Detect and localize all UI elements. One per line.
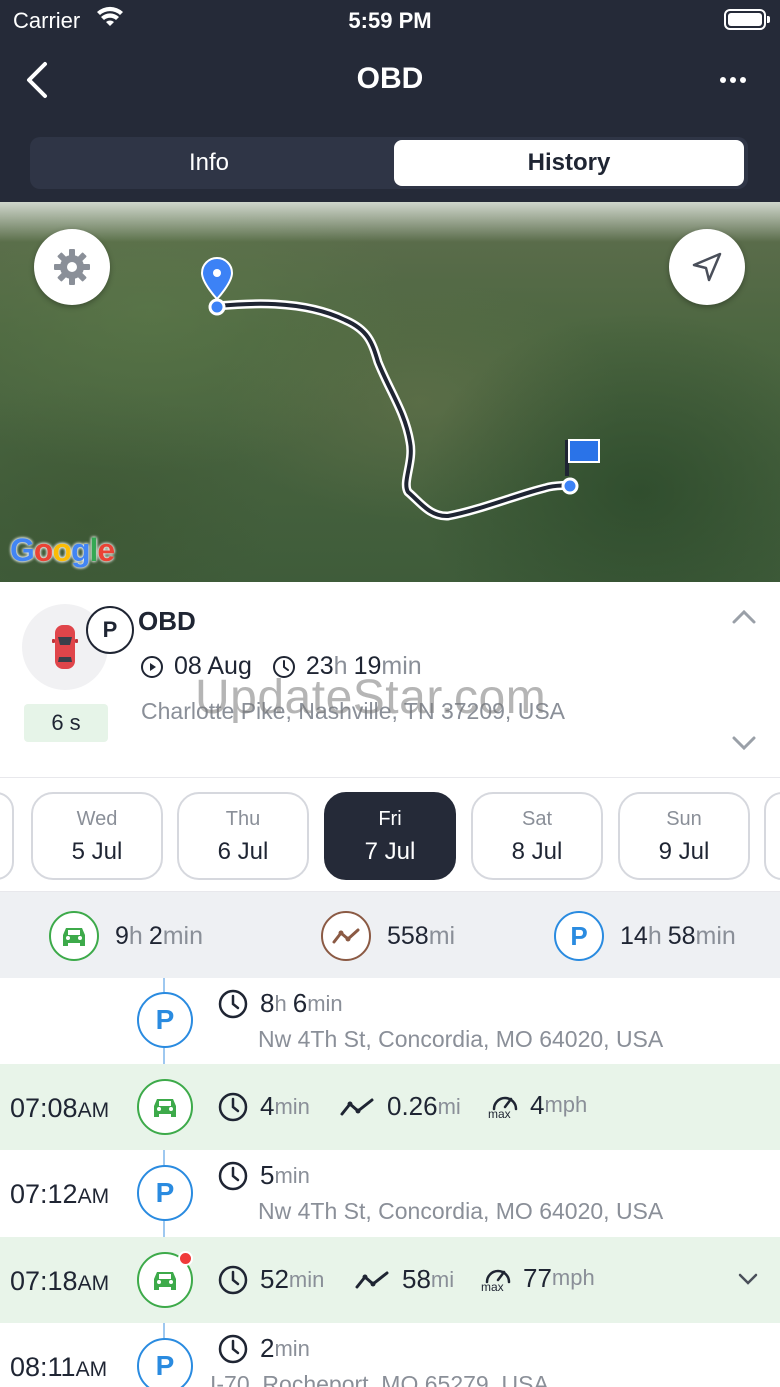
event-time: 07:18AM [10, 1266, 110, 1296]
chevron-down-icon [738, 1273, 758, 1285]
update-timer-badge: 6 s [24, 704, 108, 742]
list-item[interactable]: 08:11AM P 2 min I-70, Rocheport, MO 65279… [0, 1323, 780, 1387]
day-date: 5 Jul [71, 838, 123, 865]
tab-history[interactable]: History [394, 140, 744, 186]
route-icon [354, 1269, 390, 1291]
car-icon [49, 911, 99, 961]
status-bar: Carrier 5:59 PM [0, 0, 780, 42]
day-chip[interactable]: Sun 9 Jul [618, 792, 750, 880]
day-of-week: Sun [666, 808, 702, 830]
parking-icon: P [554, 911, 604, 961]
day-of-week: Sat [521, 808, 553, 830]
navigation-arrow-icon [692, 252, 722, 282]
event-time: 07:08AM [10, 1093, 110, 1123]
day-of-week: Thu [225, 808, 261, 830]
finish-flag-icon [561, 439, 600, 495]
day-date: 7 Jul [364, 838, 416, 865]
tab-info[interactable]: Info [34, 140, 384, 186]
clock-icon [218, 1265, 248, 1295]
app-header: Carrier 5:59 PM OBD Info History [0, 0, 780, 202]
history-timeline: P 8h 6 min Nw 4Th St, Concordia, MO 64020… [0, 978, 780, 1387]
clock-icon [218, 989, 248, 1019]
clock-icon [218, 1092, 248, 1122]
day-chip-previous[interactable] [0, 792, 14, 880]
chevron-up-icon [732, 609, 756, 624]
car-icon [137, 1079, 193, 1135]
summary-distance: 558 mi [321, 911, 455, 961]
park-address: I-70, Rocheport, MO 65279, USA [210, 1371, 549, 1387]
chevron-down-icon [732, 736, 756, 751]
vehicle-name: OBD [138, 606, 196, 636]
speedometer-icon: max [488, 1089, 520, 1121]
day-chip[interactable]: Thu 6 Jul [177, 792, 309, 880]
map-settings-button[interactable] [34, 229, 110, 305]
summary-park-time: P 14 h 58 min [554, 911, 736, 961]
status-time: 5:59 PM [348, 8, 432, 33]
day-chip-next[interactable] [764, 792, 780, 880]
car-icon [52, 625, 78, 669]
list-item[interactable]: 07:08AM 4 min 0.26 mi max 4 mph [0, 1064, 780, 1150]
day-date: 8 Jul [511, 838, 563, 865]
alert-dot [178, 1251, 193, 1266]
status-badge: P [86, 606, 134, 654]
day-of-week: Wed [76, 808, 118, 830]
car-icon [137, 1251, 193, 1308]
route-icon [339, 1096, 375, 1118]
route-map[interactable]: Google [0, 202, 780, 582]
google-logo: Google [10, 532, 115, 568]
parking-icon: P [137, 1165, 193, 1221]
gear-icon [54, 249, 90, 285]
event-time: 07:12AM [10, 1179, 110, 1209]
day-date: 6 Jul [217, 838, 269, 865]
expand-row-button[interactable] [736, 1271, 760, 1292]
battery-icon [724, 9, 770, 30]
list-item[interactable]: P 8h 6 min Nw 4Th St, Concordia, MO 64020… [0, 978, 780, 1064]
more-options-button[interactable] [708, 62, 758, 98]
watermark: UpdateStar.com [195, 671, 547, 724]
collapse-button[interactable] [730, 608, 758, 631]
day-selector: Wed 5 Jul Thu 6 Jul Fri 7 Jul Sat 8 Jul … [0, 780, 780, 892]
page-title: OBD [356, 62, 424, 95]
list-item[interactable]: 07:18AM 52 min 58 mi max 77 mph [0, 1237, 780, 1323]
daily-summary: 9h 2 min 558 mi P 14 h 58 min [0, 892, 780, 978]
summary-drive-time: 9h 2 min [49, 911, 203, 961]
play-circle-icon [140, 655, 164, 679]
speedometer-icon: max [481, 1262, 513, 1294]
route-path [200, 256, 600, 521]
day-chip[interactable]: Wed 5 Jul [31, 792, 163, 880]
expand-button[interactable] [730, 734, 758, 757]
day-chip[interactable]: Sat 8 Jul [471, 792, 603, 880]
day-of-week: Fri [378, 808, 402, 830]
parking-icon: P [137, 1338, 193, 1387]
vehicle-info-card: P 6 s OBD 08 Aug 23 h 19 min Charlotte Pik… [0, 582, 780, 778]
more-dots-icon [720, 77, 726, 83]
day-chip-selected[interactable]: Fri 7 Jul [324, 792, 456, 880]
route-icon [321, 911, 371, 961]
navigation-bar: OBD [0, 48, 780, 112]
event-time: 08:11AM [10, 1352, 108, 1382]
tab-segment-control: Info History [30, 137, 748, 189]
clock-icon [218, 1334, 248, 1364]
clock-icon [218, 1161, 248, 1191]
list-item[interactable]: 07:12AM P 5 min Nw 4Th St, Concordia, MO … [0, 1150, 780, 1237]
park-address: Nw 4Th St, Concordia, MO 64020, USA [258, 1026, 664, 1052]
parking-icon: P [137, 992, 193, 1048]
map-locate-button[interactable] [669, 229, 745, 305]
day-date: 9 Jul [658, 838, 710, 865]
park-address: Nw 4Th St, Concordia, MO 64020, USA [258, 1198, 664, 1224]
